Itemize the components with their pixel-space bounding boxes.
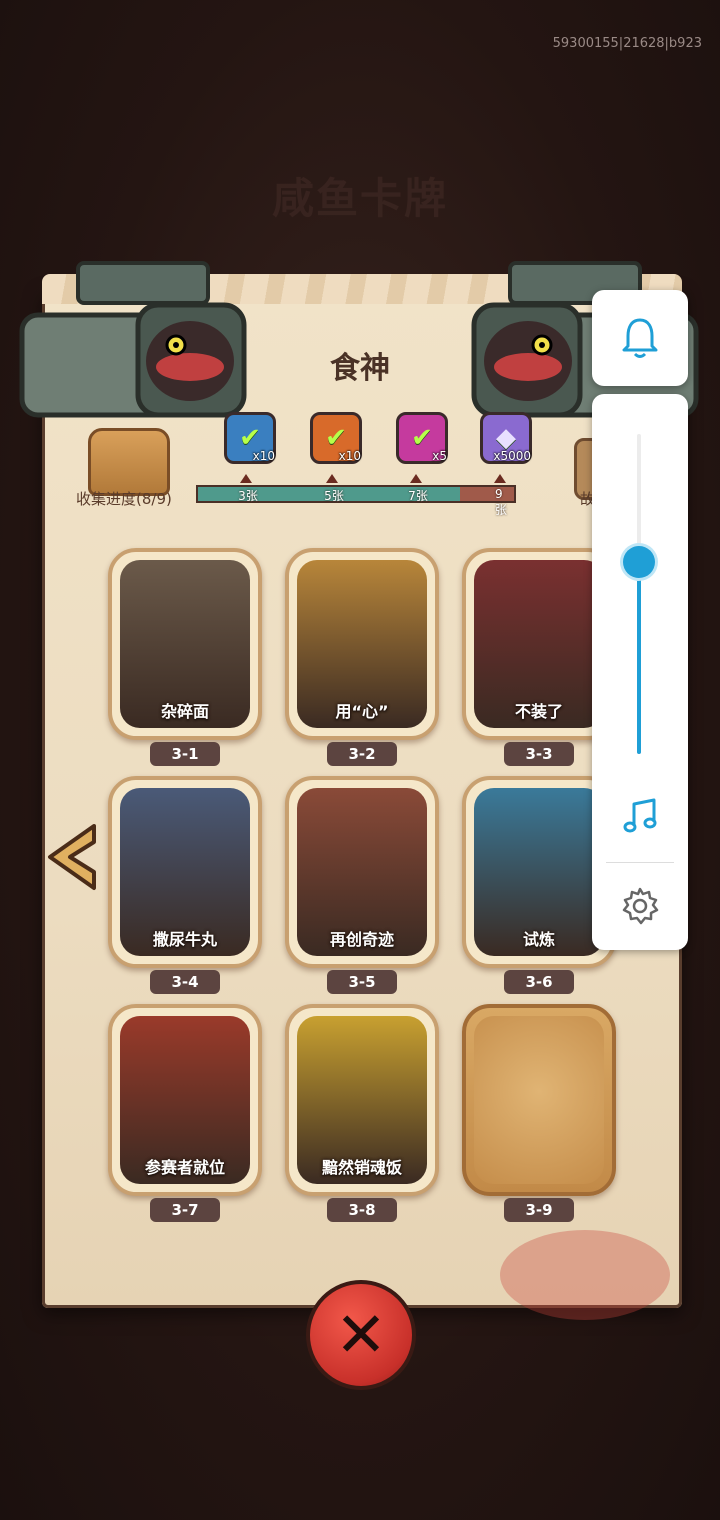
milestone-reward[interactable]: ✔ x5 — [396, 412, 448, 464]
collection-book-icon[interactable] — [88, 428, 170, 496]
card-number: 3-4 — [150, 970, 220, 994]
card-name: 再创奇迹 — [329, 930, 394, 949]
bell-icon — [622, 318, 658, 358]
milestone-marker — [410, 474, 422, 483]
reward-quantity: x10 — [252, 449, 275, 463]
milestone-ticks: 3张 5张 7张 9张 — [196, 487, 516, 517]
milestone-reward[interactable]: ✔ x10 — [310, 412, 362, 464]
milestone-reward[interactable]: ◆ x5000 — [480, 412, 532, 464]
card-number: 3-5 — [327, 970, 397, 994]
collection-card[interactable] — [462, 1004, 616, 1196]
milestone-label: 5张 — [324, 489, 344, 503]
panel-divider — [606, 862, 674, 863]
reward-quantity: x10 — [338, 449, 361, 463]
previous-page-arrow-icon[interactable] — [44, 822, 100, 892]
collection-card[interactable]: 黯然销魂饭 — [285, 1004, 439, 1196]
milestone-reward[interactable]: ✔ x10 — [224, 412, 276, 464]
camera-fish-icon — [19, 261, 247, 418]
card-number: 3-6 — [504, 970, 574, 994]
card-number: 3-2 — [327, 742, 397, 766]
milestone-label: 9张 — [495, 487, 508, 517]
card-name: 试炼 — [522, 930, 555, 949]
card-name: 黯然销魂饭 — [321, 1158, 402, 1177]
volume-slider-knob[interactable] — [623, 546, 655, 578]
floating-control-panel — [592, 394, 688, 950]
card-number: 3-8 — [327, 1198, 397, 1222]
collection-card[interactable]: 用“心” — [285, 548, 439, 740]
gear-icon[interactable] — [620, 886, 660, 926]
milestone-marker — [326, 474, 338, 483]
close-x-icon: ✕ — [335, 1298, 387, 1371]
debug-id-label: 59300155|21628|b923 — [552, 36, 702, 51]
reward-quantity: x5000 — [493, 449, 531, 463]
collection-progress-label: 收集进度(8/9) — [76, 490, 172, 508]
milestone-label: 7张 — [408, 489, 428, 503]
collection-card[interactable]: 参赛者就位 — [108, 1004, 262, 1196]
volume-slider-fill — [637, 562, 641, 754]
card-name: 用“心” — [335, 702, 389, 721]
card-name: 杂碎面 — [160, 702, 209, 721]
reward-quantity: x5 — [432, 449, 447, 463]
close-button[interactable]: ✕ — [306, 1280, 416, 1390]
claimed-check-icon: ✔ — [411, 423, 433, 453]
milestone-marker — [494, 474, 506, 483]
wax-stamp-icon — [500, 1230, 670, 1320]
card-number: 3-3 — [504, 742, 574, 766]
background-title: 咸鱼卡牌 — [271, 174, 448, 223]
collection-card[interactable]: 撒尿牛丸 — [108, 776, 262, 968]
card-number: 3-7 — [150, 1198, 220, 1222]
card-name: 不装了 — [514, 702, 563, 721]
collection-card[interactable]: 杂碎面 — [108, 548, 262, 740]
milestone-marker — [240, 474, 252, 483]
notification-button[interactable] — [592, 290, 688, 386]
locked-card-silhouette-icon — [474, 1016, 604, 1184]
card-name: 参赛者就位 — [144, 1158, 225, 1177]
collection-card[interactable]: 再创奇迹 — [285, 776, 439, 968]
milestone-label: 3张 — [238, 489, 258, 503]
card-name: 撒尿牛丸 — [152, 930, 217, 949]
music-note-icon[interactable] — [620, 796, 660, 836]
card-number: 3-9 — [504, 1198, 574, 1222]
card-number: 3-1 — [150, 742, 220, 766]
